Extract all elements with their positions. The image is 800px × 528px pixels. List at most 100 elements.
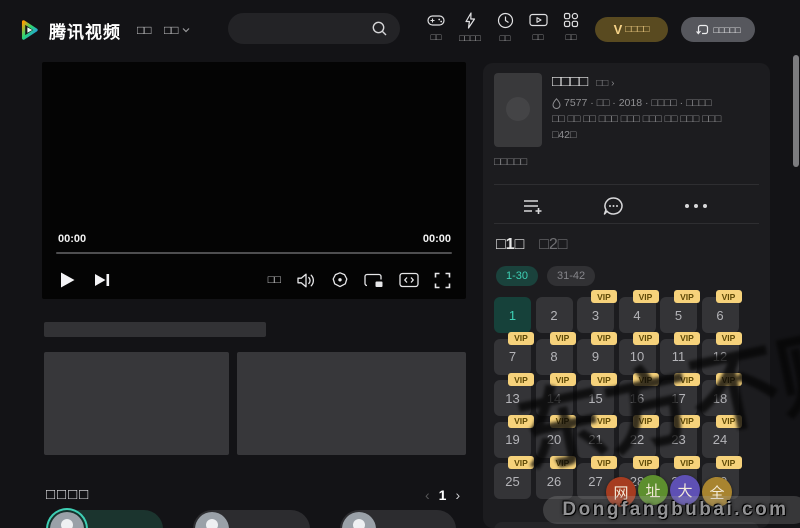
switch-button-label: □□□□□ bbox=[713, 25, 740, 35]
poster-thumbnail[interactable] bbox=[494, 73, 542, 147]
episode-number: 8 bbox=[550, 349, 557, 364]
episode-cell-21[interactable]: 21VIP bbox=[577, 422, 614, 458]
episode-cell-25[interactable]: 25VIP bbox=[494, 463, 531, 499]
episode-cell-1[interactable]: 1 bbox=[494, 297, 531, 333]
vip-badge: VIP bbox=[550, 415, 576, 428]
search-input[interactable] bbox=[228, 13, 400, 44]
episode-cell-22[interactable]: 22VIP bbox=[619, 422, 656, 458]
vip-badge: VIP bbox=[674, 290, 700, 303]
tab-season-2[interactable]: □2□ bbox=[539, 236, 567, 254]
vip-badge: VIP bbox=[508, 332, 534, 345]
web-fullscreen-icon[interactable] bbox=[399, 272, 419, 288]
episode-cell-4[interactable]: 4VIP bbox=[619, 297, 656, 333]
episode-number: 6 bbox=[716, 308, 723, 323]
duration-time: 00:00 bbox=[423, 233, 451, 245]
play-button[interactable] bbox=[59, 271, 76, 289]
episode-number: 13 bbox=[505, 391, 519, 406]
episode-select-label[interactable]: □□ bbox=[268, 274, 281, 286]
episode-cell-11[interactable]: 11VIP bbox=[660, 339, 697, 375]
gamepad-icon bbox=[427, 12, 445, 28]
comments-button[interactable] bbox=[602, 196, 625, 217]
episode-cell-28[interactable]: 28VIP bbox=[619, 463, 656, 499]
episode-number: 24 bbox=[713, 432, 727, 447]
episode-cell-14[interactable]: 14VIP bbox=[536, 380, 573, 416]
episode-cell-19[interactable]: 19VIP bbox=[494, 422, 531, 458]
episode-number: 18 bbox=[713, 391, 727, 406]
episode-cell-10[interactable]: 10VIP bbox=[619, 339, 656, 375]
scrollbar-thumb[interactable] bbox=[793, 55, 799, 167]
series-title: □□□□ bbox=[552, 73, 588, 90]
prev-page-button[interactable]: ‹ bbox=[425, 487, 430, 503]
episode-number: 25 bbox=[505, 474, 519, 489]
episode-number: 11 bbox=[672, 349, 686, 364]
episode-number: 21 bbox=[588, 432, 602, 447]
episode-cell-5[interactable]: 5VIP bbox=[660, 297, 697, 333]
vip-badge: VIP bbox=[591, 290, 617, 303]
star-pill[interactable] bbox=[48, 510, 163, 528]
episode-cell-24[interactable]: 24VIP bbox=[702, 422, 739, 458]
progress-bar[interactable] bbox=[56, 252, 452, 254]
episode-cell-26[interactable]: 26VIP bbox=[536, 463, 573, 499]
history-clock-icon bbox=[497, 12, 514, 29]
switch-version-button[interactable]: □□□□□ bbox=[681, 17, 755, 42]
episode-cell-6[interactable]: 6VIP bbox=[702, 297, 739, 333]
nav-home[interactable]: □□ bbox=[137, 23, 152, 37]
next-episode-button[interactable] bbox=[93, 271, 112, 289]
episode-cell-23[interactable]: 23VIP bbox=[660, 422, 697, 458]
episode-number: 17 bbox=[671, 391, 685, 406]
episode-cell-13[interactable]: 13VIP bbox=[494, 380, 531, 416]
episode-number: 29 bbox=[671, 474, 685, 489]
range-31-42[interactable]: 31-42 bbox=[547, 266, 595, 286]
quicklink-apps[interactable]: □□ bbox=[551, 12, 591, 42]
next-page-button[interactable]: › bbox=[455, 487, 460, 503]
title-placeholder-bar bbox=[44, 322, 266, 337]
tab-season-1[interactable]: □1□ bbox=[496, 236, 524, 254]
video-player[interactable]: 00:00 00:00 □□ bbox=[42, 62, 466, 299]
vip-badge: VIP bbox=[591, 332, 617, 345]
episode-cell-20[interactable]: 20VIP bbox=[536, 422, 573, 458]
detail-sidebar: □□□□ □□ › 7577 · □□ · 2018 · □□□□ · □□□□… bbox=[483, 63, 770, 528]
search-icon[interactable] bbox=[371, 20, 388, 37]
vip-badge: VIP bbox=[591, 415, 617, 428]
episode-cell-8[interactable]: 8VIP bbox=[536, 339, 573, 375]
episode-cell-2[interactable]: 2 bbox=[536, 297, 573, 333]
detail-link[interactable]: □□ › bbox=[596, 78, 614, 89]
volume-icon[interactable] bbox=[296, 272, 316, 289]
episode-cell-17[interactable]: 17VIP bbox=[660, 380, 697, 416]
open-vip-button[interactable]: V □□□□ bbox=[595, 17, 668, 42]
more-options-button[interactable] bbox=[684, 203, 708, 209]
settings-gear-icon[interactable] bbox=[331, 271, 349, 289]
vip-badge: VIP bbox=[716, 290, 742, 303]
star-pill[interactable] bbox=[193, 510, 310, 528]
episode-cell-9[interactable]: 9VIP bbox=[577, 339, 614, 375]
episode-cell-15[interactable]: 15VIP bbox=[577, 380, 614, 416]
pip-icon[interactable] bbox=[364, 272, 384, 289]
app-logo[interactable]: 腾讯视频 bbox=[16, 17, 121, 43]
hot-icon bbox=[552, 98, 561, 109]
next-section-card bbox=[494, 522, 759, 528]
episode-cell-12[interactable]: 12VIP bbox=[702, 339, 739, 375]
episode-cell-16[interactable]: 16VIP bbox=[619, 380, 656, 416]
episode-number: 23 bbox=[671, 432, 685, 447]
quicklink-hot-label: □□□□ bbox=[459, 33, 481, 43]
vip-badge: VIP bbox=[591, 373, 617, 386]
episode-cell-30[interactable]: 30VIP bbox=[702, 463, 739, 499]
divider bbox=[494, 184, 759, 185]
video-card-placeholder[interactable] bbox=[44, 352, 229, 455]
logo-text: 腾讯视频 bbox=[49, 18, 121, 43]
range-1-30[interactable]: 1-30 bbox=[496, 266, 538, 286]
episode-number: 28 bbox=[630, 474, 644, 489]
star-pill[interactable] bbox=[340, 510, 456, 528]
episode-cell-18[interactable]: 18VIP bbox=[702, 380, 739, 416]
fullscreen-icon[interactable] bbox=[434, 272, 451, 289]
vip-badge: VIP bbox=[716, 332, 742, 345]
lightning-icon bbox=[463, 12, 477, 29]
video-card-placeholder[interactable] bbox=[237, 352, 466, 455]
add-to-list-button[interactable] bbox=[522, 197, 544, 217]
episode-cell-29[interactable]: 29VIP bbox=[660, 463, 697, 499]
episode-cell-7[interactable]: 7VIP bbox=[494, 339, 531, 375]
episode-cell-3[interactable]: 3VIP bbox=[577, 297, 614, 333]
nav-channels[interactable]: □□ bbox=[164, 23, 190, 37]
episode-number: 10 bbox=[630, 349, 644, 364]
episode-cell-27[interactable]: 27VIP bbox=[577, 463, 614, 499]
